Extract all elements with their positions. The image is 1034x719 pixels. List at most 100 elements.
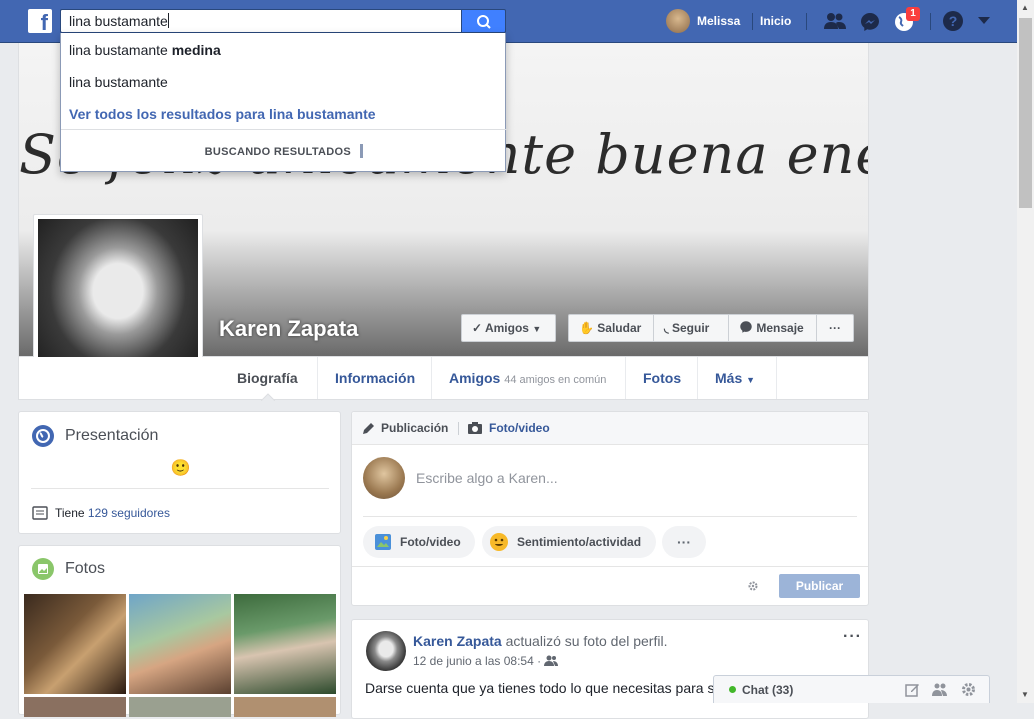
tab-photo-video[interactable]: Foto/video: [489, 421, 550, 435]
intro-title: Presentación: [65, 427, 159, 444]
create-group-icon[interactable]: [932, 682, 948, 697]
dropdown-arrow-icon: ▼: [532, 324, 542, 334]
see-all-results-link[interactable]: Ver todos los resultados para lina busta…: [69, 106, 376, 122]
help-icon[interactable]: ?: [942, 10, 964, 32]
post-card: Karen Zapata actualizó su foto del perfi…: [351, 619, 869, 719]
post-author[interactable]: Karen Zapata: [413, 633, 502, 649]
followers-text: Tiene 129 seguidores: [55, 506, 170, 520]
home-link[interactable]: Inicio: [760, 0, 791, 43]
followers-link[interactable]: 129 seguidores: [88, 506, 170, 520]
scroll-down-arrow-icon[interactable]: ▼: [1021, 690, 1029, 699]
suggestion-text: lina bustamante: [69, 42, 172, 58]
photo-thumbnail[interactable]: [234, 594, 336, 694]
image-icon: [375, 534, 391, 550]
friends-audience-icon[interactable]: [544, 655, 559, 666]
friends-button[interactable]: ✓ Amigos ▼: [461, 314, 556, 342]
photo-thumbnail[interactable]: [234, 697, 336, 717]
profile-link[interactable]: Melissa: [697, 0, 740, 43]
photos-card: Fotos: [18, 545, 341, 717]
facebook-logo-icon[interactable]: f: [28, 9, 52, 33]
new-message-icon[interactable]: [905, 682, 920, 697]
settings-gear-icon[interactable]: [747, 580, 759, 592]
search-input[interactable]: lina bustamante: [60, 9, 461, 33]
search-button[interactable]: [461, 9, 506, 33]
photo-thumbnail[interactable]: [129, 594, 231, 694]
suggestion-item[interactable]: lina bustamante medina: [69, 42, 221, 58]
notification-badge: 1: [906, 7, 920, 21]
message-button-label: Mensaje: [756, 321, 804, 335]
post-header: Karen Zapata actualizó su foto del perfi…: [413, 633, 667, 649]
divider: [363, 516, 857, 517]
scrollbar-thumb[interactable]: [1019, 18, 1032, 208]
tab-post[interactable]: Publicación: [381, 421, 448, 435]
post-author-avatar[interactable]: [366, 631, 406, 671]
globe-icon: [32, 425, 54, 447]
post-options-icon[interactable]: ···: [843, 628, 862, 646]
feeling-activity-button[interactable]: Sentimiento/actividad: [482, 526, 656, 558]
svg-text:?: ?: [949, 13, 958, 29]
messenger-icon[interactable]: [859, 11, 881, 33]
chat-settings-gear-icon[interactable]: [960, 681, 977, 698]
friends-button-label: Amigos: [484, 321, 529, 335]
pencil-icon: [363, 423, 374, 434]
post-text: Darse cuenta que ya tienes todo lo que n…: [365, 680, 715, 696]
rss-icon: ◟: [664, 321, 669, 335]
tab-label: Amigos: [449, 370, 501, 386]
post-date[interactable]: 12 de junio a las 08:54 ·: [413, 654, 541, 668]
camera-icon: [468, 422, 482, 434]
scroll-up-arrow-icon[interactable]: ▲: [1021, 3, 1029, 12]
composer-input[interactable]: Escribe algo a Karen...: [416, 470, 558, 486]
user-avatar[interactable]: [666, 9, 690, 33]
photos-title[interactable]: Fotos: [65, 560, 105, 578]
tab-friends[interactable]: Amigos 44 amigos en común: [432, 357, 626, 399]
tab-label: Biografía: [237, 370, 298, 386]
suggestion-item[interactable]: lina bustamante: [69, 74, 168, 90]
divider: [31, 488, 329, 489]
follow-button-label: Seguir: [672, 321, 710, 335]
mutual-friends-count: 44 amigos en común: [504, 374, 607, 386]
tab-more[interactable]: Más ▼: [698, 357, 777, 399]
more-options-button[interactable]: ···: [816, 314, 854, 342]
wave-hand-icon: ✋: [579, 321, 594, 335]
tab-photos[interactable]: Fotos: [626, 357, 698, 399]
wave-button-label: Saludar: [597, 321, 642, 335]
text-caret: [167, 13, 169, 28]
loading-spinner-icon: [360, 144, 364, 158]
profile-name[interactable]: Karen Zapata: [219, 316, 358, 342]
suggestion-text: lina bustamante: [69, 74, 168, 90]
intro-card: Presentación 🙂 Tiene 129 seguidores: [18, 411, 341, 534]
loading-results: BUSCANDO RESULTADOS: [61, 144, 507, 158]
composer-more-button[interactable]: ···: [662, 526, 706, 558]
divider: [752, 13, 753, 30]
dropdown-arrow-icon: ▼: [746, 375, 756, 385]
divider: [930, 13, 931, 30]
smiley-icon: [490, 533, 508, 551]
composer-card: Publicación Foto/video Escribe algo a Ka…: [351, 411, 869, 606]
post-action: actualizó su foto del perfil.: [505, 633, 668, 649]
divider: [458, 422, 459, 435]
photo-thumbnail[interactable]: [24, 697, 126, 717]
tab-label: Información: [335, 370, 416, 386]
wave-button[interactable]: ✋ Saludar: [568, 314, 654, 342]
intro-emoji: 🙂: [170, 460, 191, 477]
search-icon: [477, 15, 491, 29]
tab-label: Más: [715, 370, 743, 386]
tab-label: Fotos: [643, 370, 682, 386]
followers-prefix: Tiene: [55, 506, 85, 520]
search-suggestions-dropdown: lina bustamante medina lina bustamante V…: [60, 33, 507, 172]
online-dot-icon: [729, 686, 736, 693]
divider: [61, 129, 507, 130]
message-button[interactable]: Mensaje: [728, 314, 817, 342]
chat-bar[interactable]: Chat (33): [713, 675, 990, 703]
photo-thumbnail[interactable]: [129, 697, 231, 717]
friend-requests-icon[interactable]: [823, 11, 847, 31]
divider: [806, 13, 807, 30]
photo-thumbnail[interactable]: [24, 594, 126, 694]
followers-icon: [32, 506, 48, 520]
divider: [352, 566, 868, 567]
photo-video-button[interactable]: Foto/video: [363, 526, 475, 558]
account-menu-chevron-icon[interactable]: [977, 16, 991, 26]
publish-button[interactable]: Publicar: [779, 574, 860, 598]
tab-information[interactable]: Información: [318, 357, 432, 399]
follow-button[interactable]: ◟ Seguir: [653, 314, 729, 342]
